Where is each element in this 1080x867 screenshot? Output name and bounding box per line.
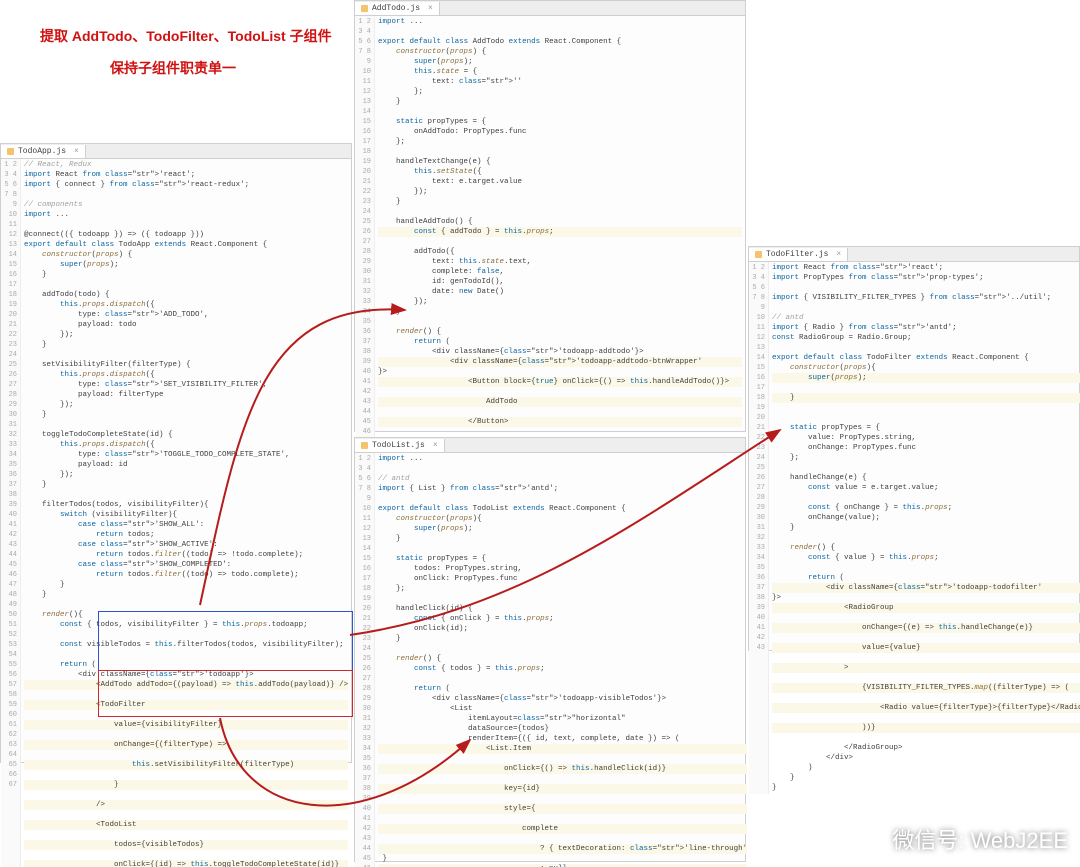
js-file-icon bbox=[361, 442, 368, 449]
tab-todoapp[interactable]: TodoApp.js × bbox=[1, 145, 86, 158]
code-area[interactable]: import ... // antd import { List } from … bbox=[375, 453, 750, 867]
close-icon[interactable]: × bbox=[836, 248, 841, 261]
tabbar: AddTodo.js × bbox=[355, 1, 745, 16]
js-file-icon bbox=[7, 148, 14, 155]
code-area[interactable]: // React, Redux import React from class=… bbox=[21, 159, 351, 867]
line-gutter: 1 2 3 4 5 6 7 8 9 10 11 12 13 14 15 16 1… bbox=[749, 262, 769, 794]
tab-label: AddTodo.js bbox=[372, 2, 420, 15]
watermark-text: 微信号: WebJ2EE bbox=[892, 823, 1068, 855]
tab-label: TodoApp.js bbox=[18, 145, 66, 158]
highlight-todofilter-block bbox=[98, 611, 353, 671]
js-file-icon bbox=[755, 251, 762, 258]
line-gutter: 1 2 3 4 5 6 7 8 9 10 11 12 13 14 15 16 1… bbox=[355, 453, 375, 867]
tab-label: TodoList.js bbox=[372, 439, 425, 452]
editor-pane-todolist: TodoList.js × 1 2 3 4 5 6 7 8 9 10 11 12… bbox=[354, 437, 746, 862]
highlight-todolist-block bbox=[98, 670, 353, 717]
code-area[interactable]: import React from class="str">'react'; i… bbox=[769, 262, 1080, 794]
editor-pane-addtodo: AddTodo.js × 1 2 3 4 5 6 7 8 9 10 11 12 … bbox=[354, 0, 746, 432]
close-icon[interactable]: × bbox=[428, 2, 433, 15]
editor-pane-todofilter: TodoFilter.js × 1 2 3 4 5 6 7 8 9 10 11 … bbox=[748, 246, 1080, 651]
tab-label: TodoFilter.js bbox=[766, 248, 828, 261]
line-gutter: 1 2 3 4 5 6 7 8 9 10 11 12 13 14 15 16 1… bbox=[1, 159, 21, 867]
tabbar: TodoFilter.js × bbox=[749, 247, 1079, 262]
js-file-icon bbox=[361, 5, 368, 12]
wechat-icon bbox=[854, 826, 884, 852]
heading-extract-components: 提取 AddTodo、TodoFilter、TodoList 子组件 bbox=[40, 26, 332, 46]
watermark: 微信号: WebJ2EE bbox=[854, 823, 1068, 855]
tab-todofilter[interactable]: TodoFilter.js × bbox=[749, 248, 848, 261]
heading-single-responsibility: 保持子组件职责单一 bbox=[110, 58, 236, 78]
close-icon[interactable]: × bbox=[74, 145, 79, 158]
tabbar: TodoApp.js × bbox=[1, 144, 351, 159]
tab-todolist[interactable]: TodoList.js × bbox=[355, 439, 445, 452]
tab-addtodo[interactable]: AddTodo.js × bbox=[355, 2, 440, 15]
close-icon[interactable]: × bbox=[433, 439, 438, 452]
tabbar: TodoList.js × bbox=[355, 438, 745, 453]
